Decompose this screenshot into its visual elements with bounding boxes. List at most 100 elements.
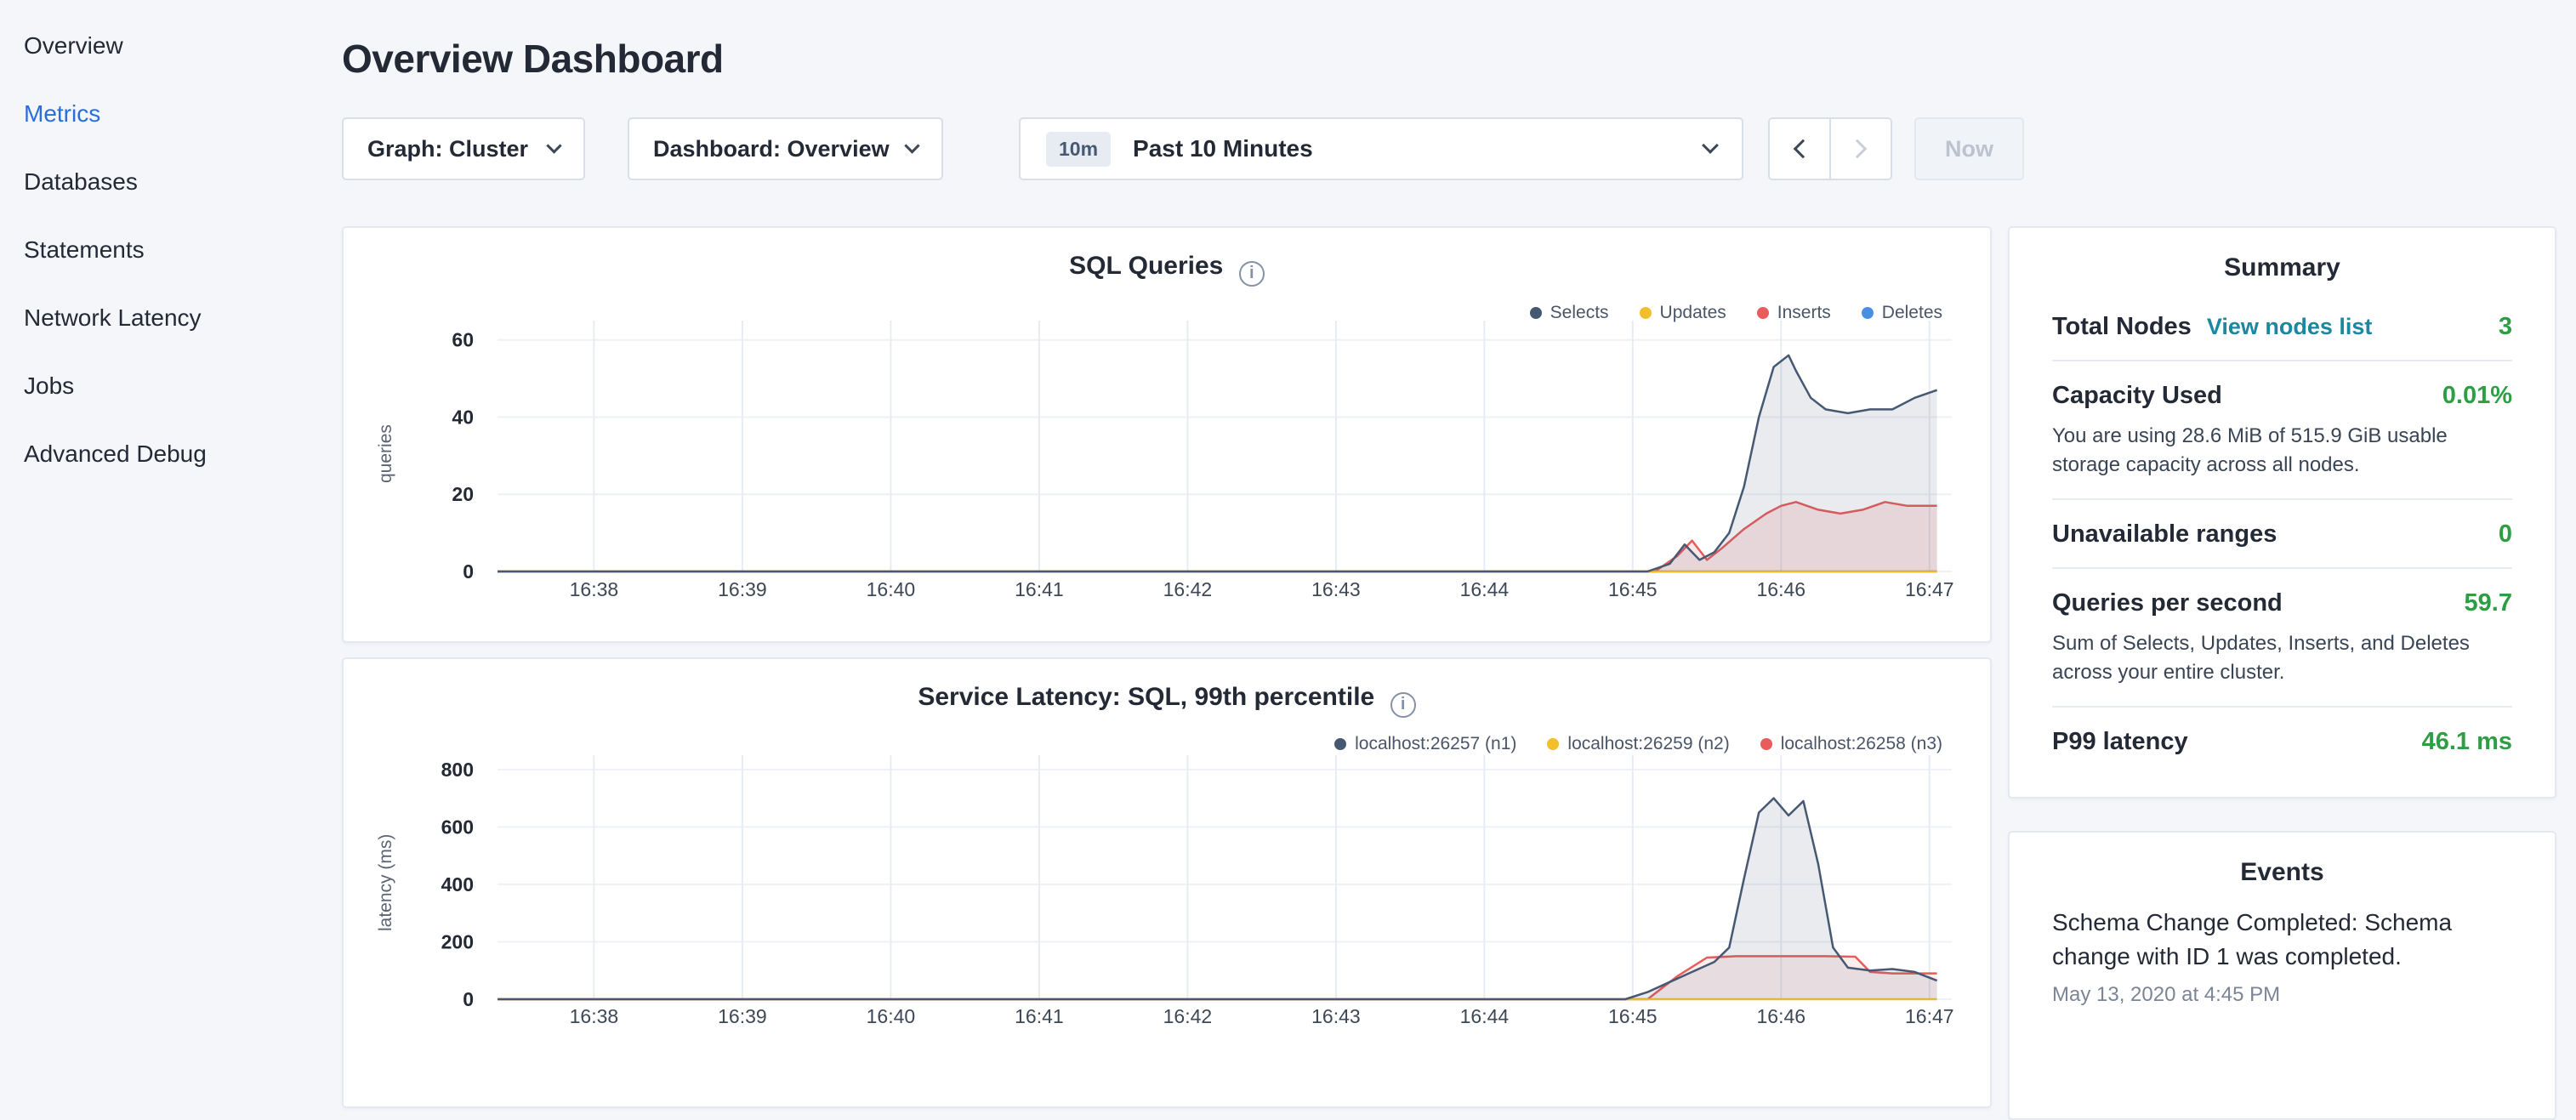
legend-dot-icon bbox=[1547, 738, 1559, 750]
queries-per-second-value: 59.7 bbox=[2465, 589, 2512, 617]
page-title: Overview Dashboard bbox=[342, 36, 2559, 82]
summary-row-unavailable-ranges: Unavailable ranges 0 bbox=[2052, 500, 2512, 569]
total-nodes-value: 3 bbox=[2499, 313, 2512, 341]
series-area bbox=[498, 799, 1937, 999]
controls-bar: Graph: Cluster Dashboard: Overview 10m P… bbox=[342, 117, 2559, 180]
queries-per-second-label: Queries per second bbox=[2052, 589, 2283, 617]
chevron-down-icon bbox=[1702, 137, 1719, 154]
legend-dot-icon bbox=[1760, 738, 1772, 750]
summary-row-queries-per-second: Queries per second 59.7 Sum of Selects, … bbox=[2052, 569, 2512, 708]
sidebar-item-metrics[interactable]: Metrics bbox=[0, 80, 319, 148]
x-tick-label: 16:40 bbox=[867, 578, 916, 600]
chevron-left-icon bbox=[1794, 139, 1813, 159]
info-icon[interactable]: i bbox=[1390, 692, 1416, 718]
unavailable-ranges-label: Unavailable ranges bbox=[2052, 520, 2277, 549]
capacity-used-description: You are using 28.6 MiB of 515.9 GiB usab… bbox=[2052, 422, 2512, 480]
series-area bbox=[498, 355, 1937, 571]
legend-label: localhost:26258 (n3) bbox=[1781, 734, 1942, 754]
x-tick-label: 16:43 bbox=[1311, 578, 1361, 600]
summary-row-p99-latency: P99 latency 46.1 ms bbox=[2052, 708, 2512, 775]
legend-item[interactable]: localhost:26257 (n1) bbox=[1334, 734, 1516, 754]
legend-dot-icon bbox=[1862, 307, 1874, 319]
now-button[interactable]: Now bbox=[1914, 117, 2024, 180]
sidebar-item-advanced-debug[interactable]: Advanced Debug bbox=[0, 420, 319, 488]
event-item[interactable]: Schema Change Completed: Schema change w… bbox=[2052, 906, 2512, 1006]
x-tick-label: 16:45 bbox=[1608, 578, 1658, 600]
series-line bbox=[498, 355, 1937, 571]
dashboard-dropdown-label: Dashboard: Overview bbox=[653, 136, 890, 162]
sql-queries-chart: queries 020406016:3816:3916:4016:4116:42… bbox=[344, 228, 1990, 641]
legend-dot-icon bbox=[1334, 738, 1346, 750]
p99-latency-value: 46.1 ms bbox=[2422, 728, 2512, 756]
charts-column: SQL Queries i Selects Updates Inserts Delet… bbox=[342, 226, 1992, 1108]
chart-header: Service Latency: SQL, 99th percentile i bbox=[344, 659, 1990, 718]
legend-label: Inserts bbox=[1777, 303, 1831, 323]
total-nodes-label: Total Nodes bbox=[2052, 313, 2192, 341]
time-pager bbox=[1768, 117, 1892, 180]
chart-plot: 020406016:3816:3916:4016:4116:4216:4316:… bbox=[344, 301, 1992, 611]
chevron-right-icon bbox=[1848, 139, 1868, 159]
app-root: Overview Metrics Databases Statements Ne… bbox=[0, 0, 2576, 1051]
queries-per-second-description: Sum of Selects, Updates, Inserts, and De… bbox=[2052, 629, 2512, 687]
content-grid: SQL Queries i Selects Updates Inserts Delet… bbox=[342, 226, 2559, 1120]
event-date: May 13, 2020 at 4:45 PM bbox=[2052, 983, 2512, 1007]
legend-item[interactable]: Inserts bbox=[1757, 303, 1831, 323]
sidebar-item-network-latency[interactable]: Network Latency bbox=[0, 284, 319, 352]
service-latency-chart-card: Service Latency: SQL, 99th percentile i … bbox=[342, 657, 1992, 1108]
capacity-used-label: Capacity Used bbox=[2052, 382, 2222, 410]
legend-item[interactable]: Deletes bbox=[1862, 303, 1942, 323]
x-tick-label: 16:44 bbox=[1460, 1005, 1510, 1026]
sidebar-item-overview[interactable]: Overview bbox=[0, 12, 319, 80]
y-tick-label: 0 bbox=[463, 560, 474, 583]
legend-item[interactable]: localhost:26258 (n3) bbox=[1760, 734, 1942, 754]
x-tick-label: 16:46 bbox=[1757, 1005, 1806, 1026]
x-tick-label: 16:39 bbox=[718, 1005, 767, 1026]
x-tick-label: 16:46 bbox=[1757, 578, 1806, 600]
time-range-label: Past 10 Minutes bbox=[1133, 135, 1313, 162]
dashboard-dropdown[interactable]: Dashboard: Overview bbox=[628, 117, 943, 180]
x-tick-label: 16:47 bbox=[1905, 1005, 1954, 1026]
legend-item[interactable]: Selects bbox=[1530, 303, 1609, 323]
y-tick-label: 40 bbox=[452, 406, 474, 429]
x-tick-label: 16:42 bbox=[1163, 1005, 1213, 1026]
legend-label: localhost:26257 (n1) bbox=[1355, 734, 1516, 754]
sidebar-item-databases[interactable]: Databases bbox=[0, 148, 319, 216]
x-tick-label: 16:41 bbox=[1015, 1005, 1064, 1026]
sidebar-item-jobs[interactable]: Jobs bbox=[0, 352, 319, 420]
legend-label: localhost:26259 (n2) bbox=[1567, 734, 1729, 754]
chart-plot: 020040060080016:3816:3916:4016:4116:4216… bbox=[344, 732, 1992, 1026]
summary-row-total-nodes: Total Nodes View nodes list 3 bbox=[2052, 293, 2512, 361]
capacity-used-value: 0.01% bbox=[2442, 382, 2512, 410]
chevron-down-icon bbox=[546, 138, 561, 153]
time-range-dropdown[interactable]: 10m Past 10 Minutes bbox=[1019, 117, 1743, 180]
summary-card: Summary Total Nodes View nodes list 3 Ca… bbox=[2008, 226, 2556, 799]
view-nodes-link[interactable]: View nodes list bbox=[2207, 314, 2373, 340]
y-tick-label: 400 bbox=[441, 873, 474, 895]
chart-header: SQL Queries i bbox=[344, 228, 1990, 287]
sidebar-item-statements[interactable]: Statements bbox=[0, 216, 319, 284]
y-tick-label: 600 bbox=[441, 816, 474, 838]
legend-item[interactable]: localhost:26259 (n2) bbox=[1547, 734, 1729, 754]
unavailable-ranges-value: 0 bbox=[2499, 520, 2512, 549]
time-prev-button[interactable] bbox=[1768, 117, 1831, 180]
x-tick-label: 16:45 bbox=[1608, 1005, 1658, 1026]
chart-legend: Selects Updates Inserts Deletes bbox=[1530, 303, 1942, 323]
y-tick-label: 20 bbox=[452, 483, 474, 505]
events-card: Events Schema Change Completed: Schema c… bbox=[2008, 831, 2556, 1120]
legend-item[interactable]: Updates bbox=[1640, 303, 1726, 323]
time-next-button[interactable] bbox=[1829, 117, 1892, 180]
graph-dropdown[interactable]: Graph: Cluster bbox=[342, 117, 585, 180]
sql-queries-chart-card: SQL Queries i Selects Updates Inserts Delet… bbox=[342, 226, 1992, 643]
service-latency-chart: latency (ms) 020040060080016:3816:3916:4… bbox=[344, 659, 1990, 1106]
info-icon[interactable]: i bbox=[1239, 261, 1265, 287]
legend-dot-icon bbox=[1530, 307, 1542, 319]
graph-dropdown-label: Graph: Cluster bbox=[367, 136, 528, 162]
chevron-down-icon bbox=[904, 138, 919, 153]
x-tick-label: 16:38 bbox=[570, 578, 619, 600]
x-tick-label: 16:47 bbox=[1905, 578, 1954, 600]
chart-title: SQL Queries bbox=[1069, 252, 1223, 280]
x-tick-label: 16:40 bbox=[867, 1005, 916, 1026]
main-content: Overview Dashboard Graph: Cluster Dashbo… bbox=[319, 0, 2576, 1051]
legend-dot-icon bbox=[1640, 307, 1652, 319]
p99-latency-label: P99 latency bbox=[2052, 728, 2188, 756]
